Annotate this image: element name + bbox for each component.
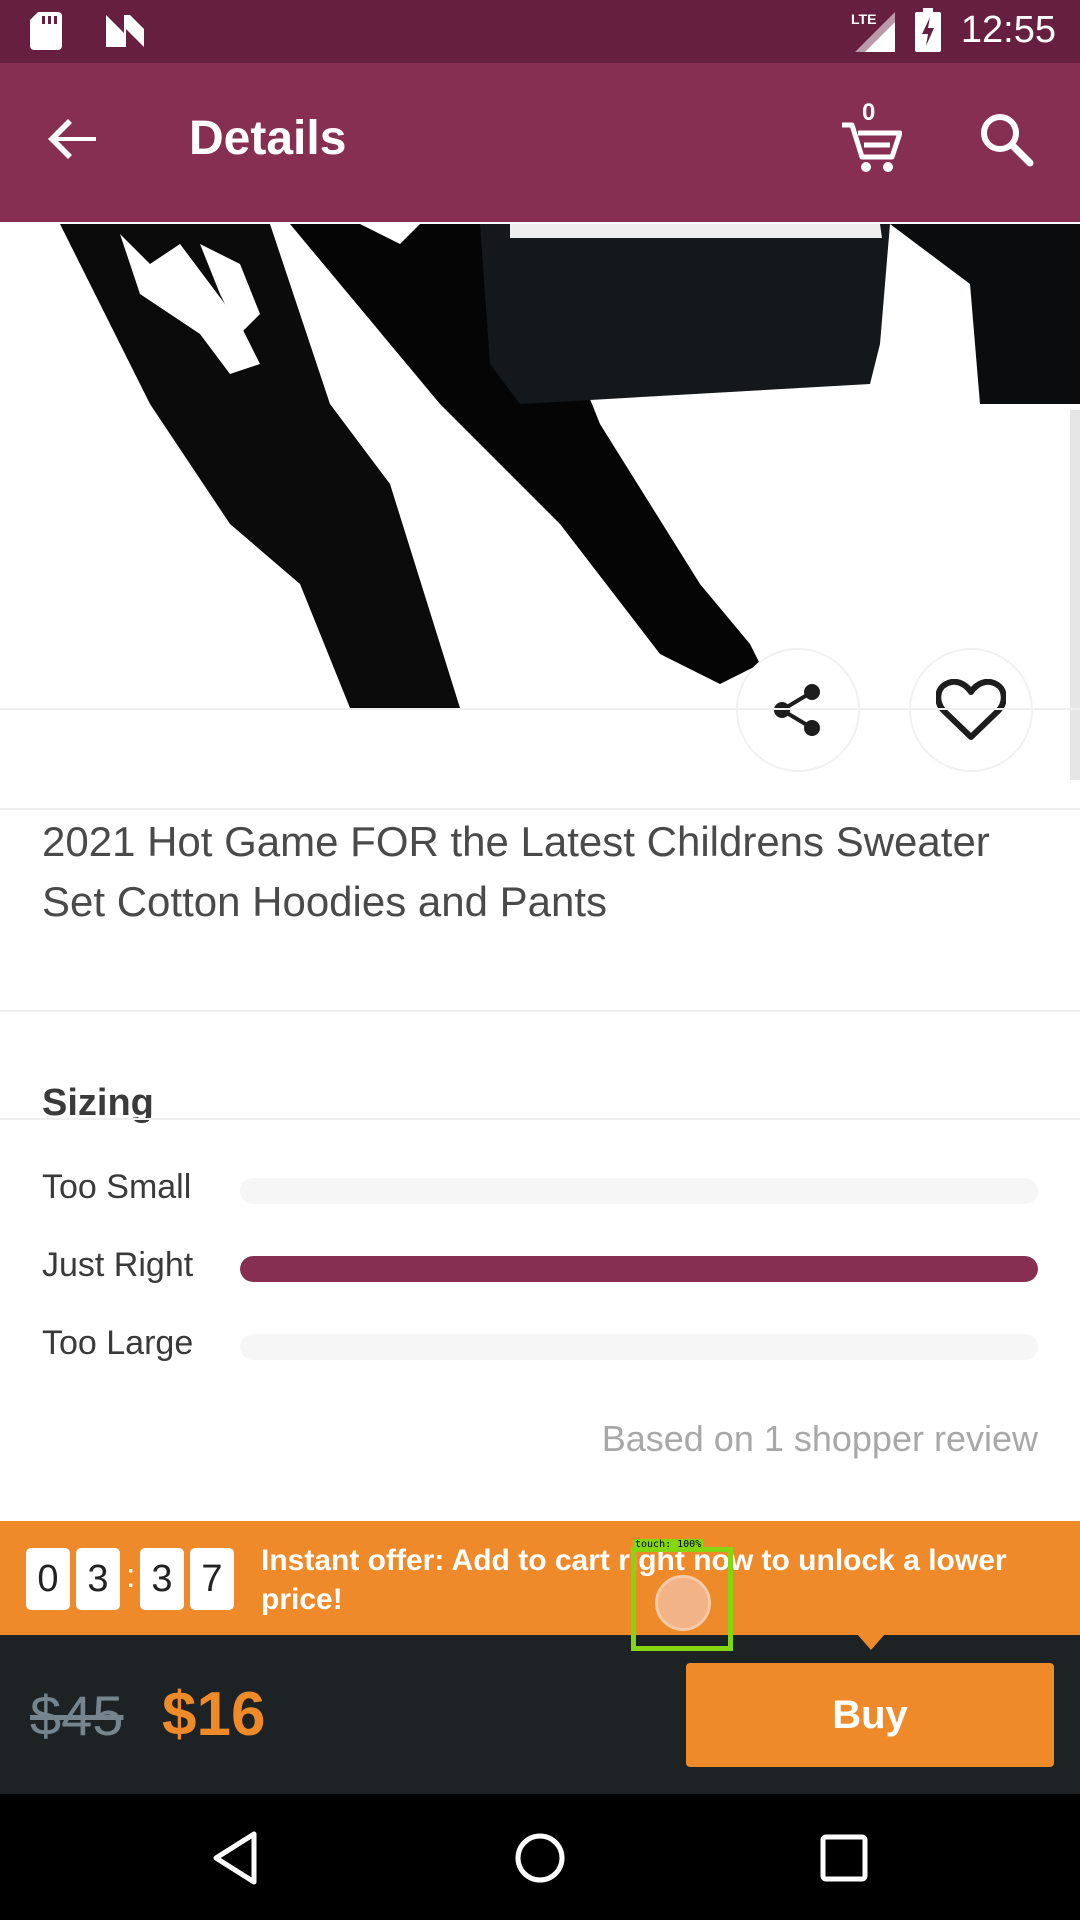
sizing-bar bbox=[240, 1178, 1038, 1204]
heart-outline-icon bbox=[936, 679, 1006, 740]
offer-pointer bbox=[857, 1634, 885, 1650]
sizing-label: Too Small bbox=[42, 1168, 192, 1206]
product-photo bbox=[60, 224, 1080, 708]
share-icon bbox=[774, 684, 820, 736]
timer-separator: : bbox=[126, 1557, 136, 1595]
network-label: LTE bbox=[851, 11, 876, 27]
divider bbox=[0, 1010, 1080, 1012]
sizing-bar bbox=[240, 1256, 1038, 1282]
original-price: $45 bbox=[30, 1684, 124, 1747]
divider bbox=[0, 808, 1080, 810]
nav-home-icon[interactable] bbox=[512, 1830, 568, 1886]
product-image[interactable] bbox=[0, 224, 1080, 708]
nav-back-icon[interactable] bbox=[210, 1830, 266, 1886]
back-arrow-icon[interactable] bbox=[42, 107, 106, 171]
instant-offer-banner[interactable]: 0 3 : 3 7 Instant offer: Add to cart rig… bbox=[0, 1521, 1080, 1635]
divider bbox=[0, 1118, 1080, 1120]
sizing-row-too-large: Too Large bbox=[42, 1316, 1038, 1376]
buy-button[interactable]: Buy bbox=[686, 1663, 1054, 1767]
sizing-label: Just Right bbox=[42, 1246, 194, 1284]
scrollbar[interactable] bbox=[1070, 410, 1080, 780]
touch-indicator-label: touch: 100% bbox=[633, 1539, 704, 1551]
status-bar: LTE 12:55 bbox=[0, 0, 1080, 63]
sizing-row-just-right: Just Right bbox=[42, 1238, 1038, 1298]
timer-digit: 0 bbox=[26, 1548, 70, 1610]
timer-digit: 3 bbox=[76, 1548, 120, 1610]
n-notification-icon bbox=[106, 15, 144, 47]
sizing-bar-fill bbox=[240, 1256, 1038, 1282]
status-time: 12:55 bbox=[960, 8, 1056, 51]
product-title: 2021 Hot Game FOR the Latest Childrens S… bbox=[42, 818, 990, 925]
app-bar: Details 0 bbox=[0, 63, 1080, 287]
favorite-button[interactable] bbox=[909, 648, 1033, 772]
review-count-note: Based on 1 shopper review bbox=[601, 1418, 1038, 1459]
share-button[interactable] bbox=[736, 648, 860, 772]
battery-charging-icon bbox=[914, 8, 941, 52]
sd-card-icon bbox=[30, 12, 62, 50]
sizing-label: Too Large bbox=[42, 1324, 194, 1362]
lte-signal-icon: LTE bbox=[851, 11, 895, 52]
sizing-bar bbox=[240, 1334, 1038, 1360]
timer-digit: 7 bbox=[190, 1548, 234, 1610]
timer-digit: 3 bbox=[140, 1548, 184, 1610]
purchase-bar: $45 $16 Buy bbox=[0, 1635, 1080, 1794]
divider bbox=[0, 708, 1080, 710]
cart-count-badge: 0 bbox=[862, 99, 876, 126]
system-nav-bar bbox=[0, 1794, 1080, 1920]
sale-price: $16 bbox=[162, 1680, 266, 1749]
search-icon[interactable] bbox=[976, 109, 1036, 169]
sizing-row-too-small: Too Small bbox=[42, 1160, 1038, 1220]
nav-recents-icon[interactable] bbox=[816, 1830, 872, 1886]
page-title: Details bbox=[189, 112, 347, 165]
touch-point bbox=[655, 1575, 711, 1631]
